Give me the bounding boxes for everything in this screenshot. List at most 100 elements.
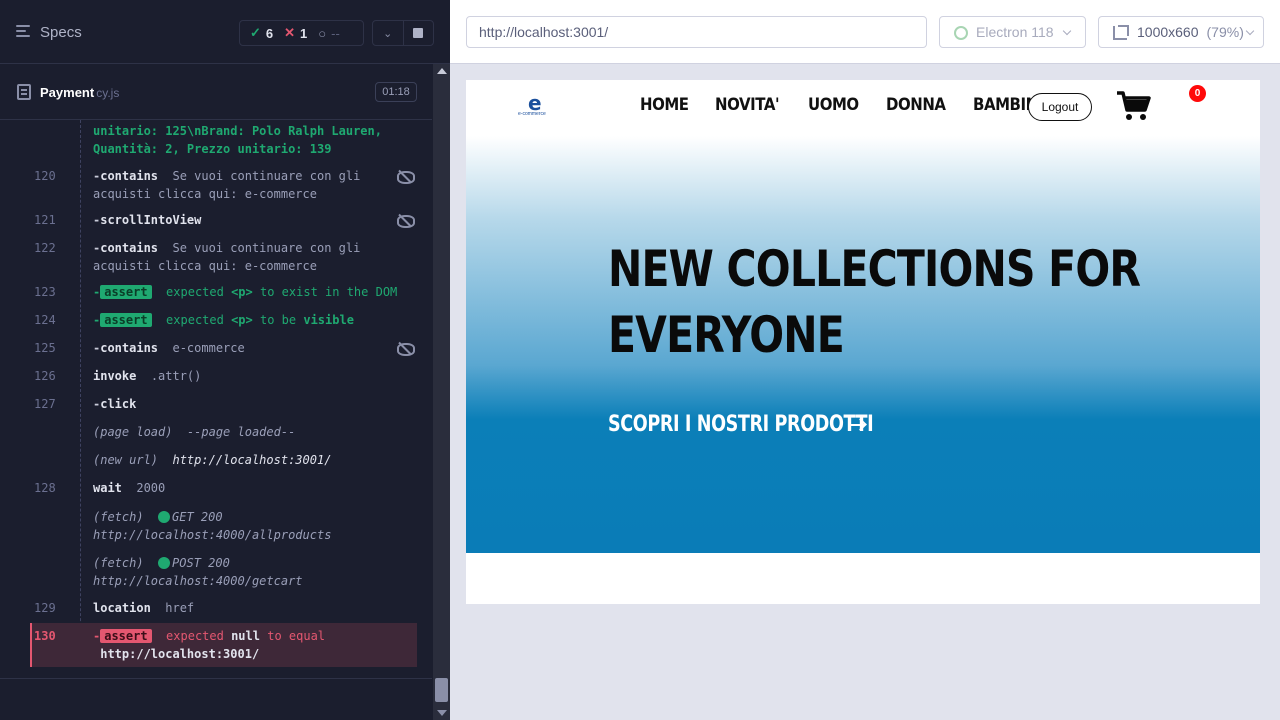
spec-ext: cy.js (96, 86, 120, 100)
event-row[interactable]: (fetch) POST 200 http://localhost:4000/ge… (93, 554, 383, 590)
assert-row[interactable]: - assert expected <p> to exist in the DOM (93, 283, 403, 301)
site-navbar: e e-commerce HOME NOVITA' UOMO DONNA BAM… (466, 80, 1260, 136)
hero-title-line: EVERYONE (608, 306, 845, 364)
command-row[interactable]: -scrollIntoView (93, 211, 383, 229)
assert-value: http://localhost:3001/ (100, 647, 260, 661)
log-text: unitario: 125\nBrand: Polo Ralph Lauren,… (93, 124, 382, 156)
reporter-footer (0, 678, 432, 679)
status-dot-icon (158, 511, 171, 523)
line-number: 124 (34, 313, 56, 327)
cart-icon[interactable] (1116, 90, 1152, 122)
event-row[interactable]: (new url) http://localhost:3001/ (93, 451, 383, 469)
nav-uomo[interactable]: UOMO (808, 95, 859, 115)
line-number: 127 (34, 397, 56, 411)
command-row[interactable]: -contains Se vuoi continuare con gli acq… (93, 239, 383, 275)
viewport-scale: (79%) (1206, 24, 1244, 40)
event-arg: http://localhost:3001/ (172, 453, 332, 467)
hidden-eye-icon[interactable] (397, 343, 415, 356)
scroll-up-icon[interactable] (437, 68, 447, 74)
spec-name: Payment (40, 85, 95, 100)
command-row[interactable]: invoke .attr() (93, 367, 383, 385)
command-log: unitario: 125\nBrand: Polo Ralph Lauren,… (0, 120, 432, 678)
nav-novita[interactable]: NOVITA' (715, 95, 780, 115)
event-arg: --page loaded-- (186, 425, 296, 439)
app-iframe: e e-commerce HOME NOVITA' UOMO DONNA BAM… (466, 80, 1260, 604)
hidden-eye-icon[interactable] (397, 215, 415, 228)
cross-icon: ✕ (284, 25, 296, 40)
assert-text: expected (166, 285, 224, 299)
command-name: scrollIntoView (100, 213, 202, 227)
pending-count: -- (331, 25, 340, 41)
command-arg: href (165, 601, 195, 615)
assert-value: visible (303, 313, 354, 327)
test-stats: ✓ 6 ✕ 1 ○ -- (239, 20, 364, 46)
failed-assert-row[interactable]: - assert expected null to equal http://lo… (93, 627, 393, 663)
line-number: 123 (34, 285, 56, 299)
line-number: 122 (34, 241, 56, 255)
reporter-scrollbar[interactable] (433, 64, 450, 720)
event-name: (new url) (93, 453, 159, 467)
command-arg: e-commerce (172, 341, 245, 355)
logo-letter: e (528, 91, 542, 115)
command-row[interactable]: -click (93, 395, 383, 413)
browser-name: Electron 118 (976, 24, 1054, 40)
fetch-status: GET 200 (172, 510, 223, 524)
line-number: 125 (34, 341, 56, 355)
line-number: 129 (34, 601, 56, 615)
specs-list-icon[interactable] (16, 25, 32, 39)
assert-row[interactable]: - assert expected <p> to be visible (93, 311, 403, 329)
assert-text: to be (260, 313, 297, 327)
command-name: contains (100, 169, 159, 183)
hero-title-line: NEW COLLECTIONS FOR (608, 240, 1141, 298)
site-logo[interactable]: e e-commerce (518, 91, 552, 118)
assert-text: expected (166, 313, 224, 327)
line-number: 128 (34, 481, 56, 495)
command-row[interactable]: -contains Se vuoi continuare con gli acq… (93, 167, 383, 203)
hidden-eye-icon[interactable] (397, 171, 415, 184)
specs-label[interactable]: Specs (40, 24, 82, 41)
logout-button[interactable]: Logout (1028, 93, 1092, 121)
hero-cta-link[interactable]: SCOPRI I NOSTRI PRODOTTI (608, 412, 874, 437)
chevron-down-icon[interactable]: ⌄ (373, 21, 403, 45)
command-row[interactable]: -contains e-commerce (93, 339, 383, 357)
log-continuation[interactable]: unitario: 125\nBrand: Polo Ralph Lauren,… (93, 122, 393, 158)
hero-banner: NEW COLLECTIONS FOR EVERYONE SCOPRI I NO… (466, 136, 1260, 553)
event-row[interactable]: (page load) --page loaded-- (93, 423, 383, 441)
nav-home[interactable]: HOME (640, 95, 689, 115)
check-icon: ✓ (250, 25, 261, 40)
aut-header: http://localhost:3001/ Electron 118 1000… (450, 0, 1280, 64)
scroll-down-icon[interactable] (437, 710, 447, 716)
command-name: invoke (93, 369, 137, 383)
reporter-header: Specs ✓ 6 ✕ 1 ○ -- ⌄ (0, 0, 450, 64)
fetch-status: POST 200 (172, 556, 230, 570)
run-controls: ⌄ (372, 20, 434, 46)
app-under-test-panel: http://localhost:3001/ Electron 118 1000… (450, 0, 1280, 720)
viewport-info[interactable]: 1000x660 (79%) (1098, 16, 1264, 48)
event-row[interactable]: (fetch) GET 200 http://localhost:4000/all… (93, 508, 383, 544)
status-dot-icon (158, 557, 171, 569)
nav-donna[interactable]: DONNA (886, 95, 946, 115)
assert-badge: assert (100, 313, 152, 327)
arrow-right-icon (850, 418, 866, 432)
event-arg: http://localhost:4000/allproducts (93, 528, 332, 542)
electron-icon (954, 26, 968, 40)
assert-text: to exist in the DOM (260, 285, 398, 299)
scroll-thumb[interactable] (435, 678, 448, 702)
url-bar[interactable]: http://localhost:3001/ (466, 16, 927, 48)
event-name: (page load) (93, 425, 173, 439)
viewport-icon (1113, 25, 1129, 40)
assert-subject: null (231, 629, 260, 643)
event-arg: http://localhost:4000/getcart (93, 574, 303, 588)
hero-title: NEW COLLECTIONS FOR EVERYONE (608, 236, 1141, 368)
stop-button[interactable] (402, 21, 434, 45)
pending-icon: ○ (318, 25, 327, 41)
command-arg: .attr() (150, 369, 202, 383)
assert-subject: <p> (231, 313, 253, 327)
command-name: contains (100, 241, 159, 255)
line-number: 130 (34, 629, 56, 643)
command-row[interactable]: wait 2000 (93, 479, 383, 497)
command-name: wait (93, 481, 122, 495)
browser-selector[interactable]: Electron 118 (939, 16, 1086, 48)
command-name: contains (100, 341, 159, 355)
command-row[interactable]: location href (93, 599, 383, 617)
